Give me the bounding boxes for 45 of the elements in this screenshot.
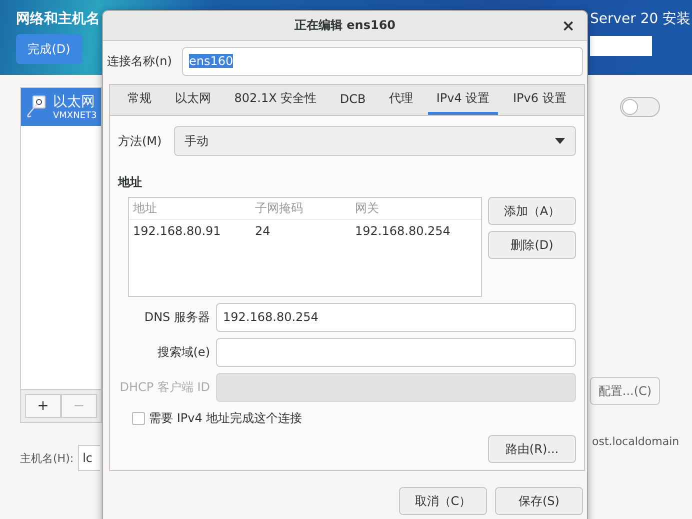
connection-name: 以太网 <box>53 93 96 111</box>
save-button[interactable]: 保存(S) <box>495 487 583 515</box>
toggle-switch[interactable] <box>620 97 660 117</box>
section-heading: 地址 <box>118 174 143 191</box>
tab[interactable]: 常规 <box>120 85 160 115</box>
tab[interactable]: 代理 <box>381 85 422 115</box>
input-field[interactable]: 192.168.80.254 <box>216 303 576 332</box>
close-button[interactable]: × <box>558 16 579 35</box>
table-cell-text: 192.168.80.91 <box>133 224 222 238</box>
tab[interactable]: 以太网 <box>166 85 219 115</box>
connection-name-label: 连接名称(n) <box>107 52 172 70</box>
field-label: DHCP 客户端 ID <box>118 379 210 396</box>
tab[interactable]: 802.1X 安全性 <box>226 85 325 115</box>
field-label: DNS 服务器 <box>143 309 210 326</box>
tab[interactable]: DCB <box>332 85 374 115</box>
page-title: 网络和主机名 <box>16 10 100 28</box>
table-cell-text: 24 <box>255 224 272 238</box>
done-button[interactable]: 完成(D) <box>16 34 82 64</box>
tab[interactable]: IPv6 设置 <box>505 85 574 115</box>
input-field[interactable] <box>216 338 576 367</box>
field-label: 搜索域(e) <box>156 344 210 361</box>
cancel-button[interactable]: 取消（C） <box>399 487 487 515</box>
connection-item[interactable]: 以太网 VMXNET3 <box>21 88 101 126</box>
table-cell: 192.168.80.254 <box>355 224 450 238</box>
method-label: 方法(M) <box>118 132 162 150</box>
dialog-title: 正在编辑 ens160 <box>294 17 396 34</box>
device-name: VMXNET3 <box>53 111 97 121</box>
routes-button[interactable]: 路由(R)... <box>488 435 576 463</box>
input-field[interactable] <box>590 36 652 56</box>
column-header: 地址 <box>133 200 158 217</box>
hostname-text: ost.localdomain <box>592 435 680 448</box>
product-title: Server 20 安装 <box>590 10 691 28</box>
checkbox[interactable] <box>132 412 145 425</box>
connection-name-field[interactable]: ens160 <box>182 46 583 76</box>
column-header: 子网掩码 <box>255 200 304 217</box>
hostname-field[interactable]: lc <box>78 445 100 471</box>
configure-button[interactable]: 配置...(C) <box>590 377 660 405</box>
column-header: 网关 <box>355 200 379 217</box>
method-dropdown[interactable]: 手动 <box>174 126 576 156</box>
checkbox-label: 需要 IPv4 地址完成这个连接 <box>149 410 302 427</box>
delete-button[interactable]: 删除(D) <box>488 231 576 259</box>
hostname-label: 主机名(H): <box>20 450 74 466</box>
add-button[interactable]: 添加（A） <box>488 197 576 225</box>
add-button[interactable]: + <box>25 394 61 418</box>
caret-icon <box>555 138 565 144</box>
